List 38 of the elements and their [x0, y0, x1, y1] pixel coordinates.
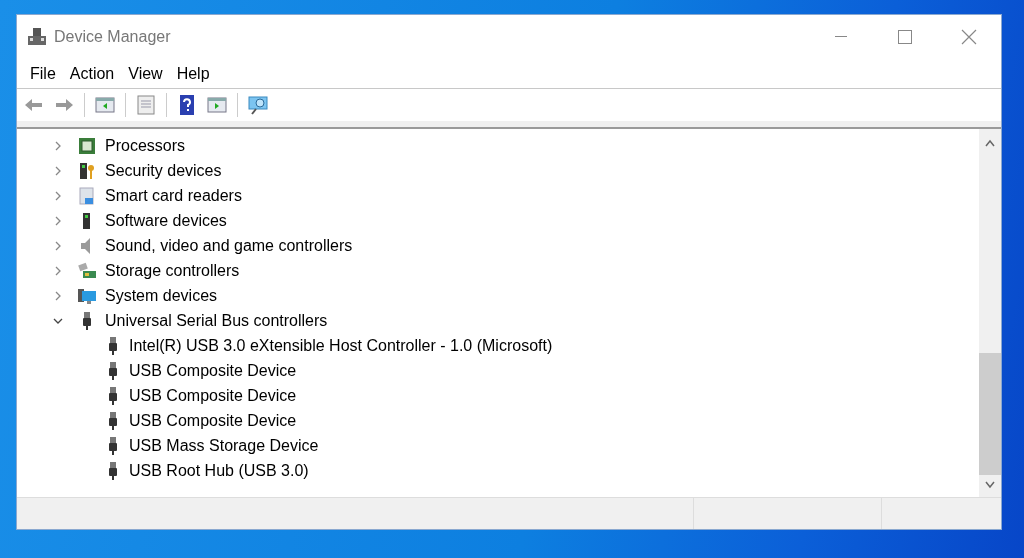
tree-item[interactable]: Storage controllers: [105, 258, 240, 283]
scroll-thumb[interactable]: [979, 353, 1001, 475]
card-reader-icon: [77, 185, 97, 206]
tower-key-icon: [77, 160, 97, 181]
tree-item[interactable]: System devices: [105, 283, 218, 308]
expand-chevron-icon[interactable]: [53, 265, 63, 276]
maximize-icon: [898, 30, 912, 44]
menu-item[interactable]: Help: [169, 61, 217, 86]
tree-item[interactable]: USB Root Hub (USB 3.0): [129, 458, 309, 483]
close-icon: [961, 29, 977, 45]
app-icon: [27, 27, 47, 47]
scroll-up-icon[interactable]: [985, 139, 995, 147]
tree-item[interactable]: Intel(R) USB 3.0 eXtensible Host Controller - 1.0 (Microsoft): [129, 333, 553, 358]
expand-chevron-icon[interactable]: [53, 290, 63, 301]
tree-item[interactable]: Sound, video and game controllers: [105, 233, 353, 258]
menu-item[interactable]: File: [23, 61, 63, 86]
scrollbar[interactable]: [979, 129, 1001, 497]
minimize-icon: [835, 36, 847, 38]
expand-chevron-icon[interactable]: [53, 165, 63, 176]
menu-item[interactable]: Action: [62, 61, 122, 86]
menu-item[interactable]: View: [121, 61, 170, 86]
storage-icon: [77, 260, 97, 281]
tree-item[interactable]: USB Composite Device: [129, 358, 297, 383]
scroll-down-icon[interactable]: [985, 481, 995, 489]
expand-chevron-icon[interactable]: [53, 190, 63, 201]
tree-item[interactable]: Security devices: [105, 158, 222, 183]
expand-chevron-icon[interactable]: [53, 240, 63, 251]
chip-icon: [77, 135, 97, 156]
window-title: Device Manager: [54, 27, 171, 47]
tree-item[interactable]: USB Composite Device: [129, 383, 297, 408]
tree-item[interactable]: Universal Serial Bus controllers: [105, 308, 328, 333]
expand-chevron-icon[interactable]: [53, 140, 63, 151]
tree-item[interactable]: Processors: [105, 133, 186, 158]
tree-item[interactable]: USB Composite Device: [129, 408, 297, 433]
tree-item[interactable]: USB Mass Storage Device: [129, 433, 319, 458]
tree-item[interactable]: Software devices: [105, 208, 227, 233]
tree-item[interactable]: Smart card readers: [105, 183, 242, 208]
expand-chevron-icon[interactable]: [53, 215, 63, 226]
